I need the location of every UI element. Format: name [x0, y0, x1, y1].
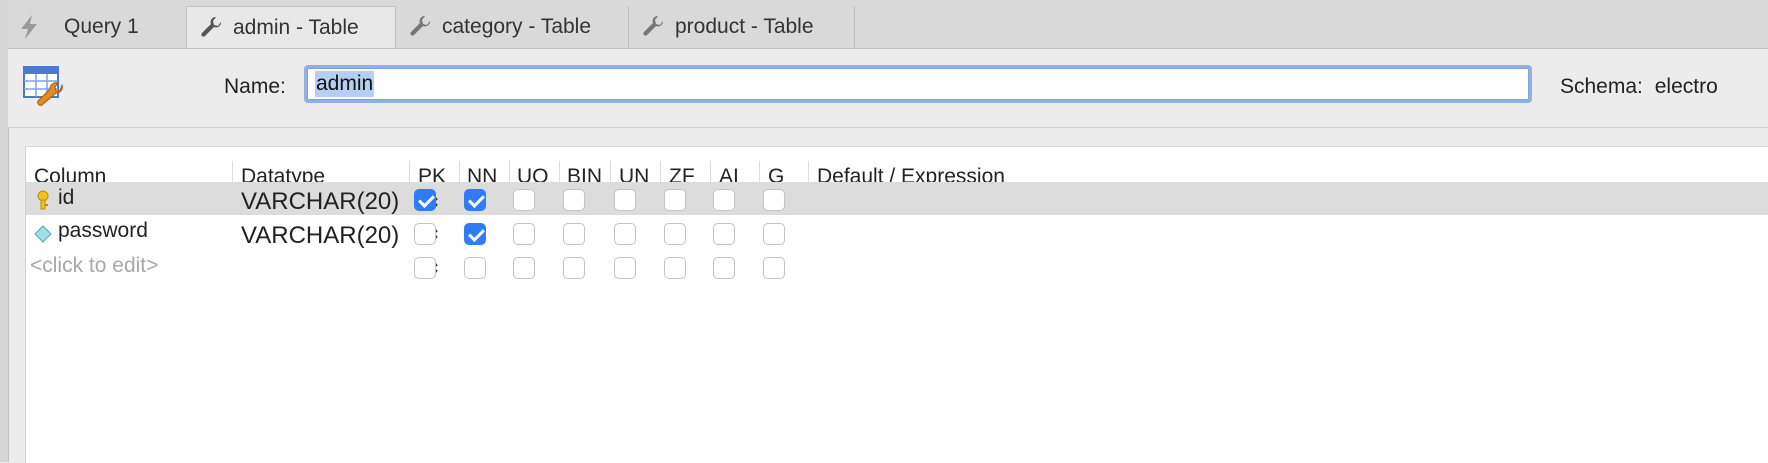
ai-checkbox[interactable]: [713, 257, 735, 279]
diamond-icon: [34, 225, 52, 245]
tab-label: product - Table: [675, 15, 814, 38]
nn-checkbox[interactable]: [464, 189, 486, 211]
name-label: Name:: [224, 75, 286, 98]
un-checkbox[interactable]: [614, 223, 636, 245]
column-datatype[interactable]: VARCHAR(20): [241, 222, 399, 250]
key-icon: [34, 190, 52, 210]
tab-label: Query 1: [64, 15, 139, 38]
bin-checkbox[interactable]: [563, 223, 585, 245]
lightning-icon: [16, 14, 42, 40]
pk-checkbox[interactable]: [414, 189, 436, 211]
g-checkbox[interactable]: [763, 257, 785, 279]
tab-label: admin - Table: [233, 15, 359, 39]
column-datatype[interactable]: VARCHAR(20): [241, 188, 399, 216]
tab-category-table[interactable]: category - Table: [396, 6, 629, 48]
nn-checkbox[interactable]: [464, 257, 486, 279]
wrench-icon: [641, 14, 667, 40]
wrench-icon: [408, 14, 434, 40]
columns-grid: Column Datatype PK NN UQ BIN UN ZF AI G …: [25, 146, 1768, 463]
uq-checkbox[interactable]: [513, 257, 535, 279]
un-checkbox[interactable]: [614, 189, 636, 211]
g-checkbox[interactable]: [763, 223, 785, 245]
table-row[interactable]: password VARCHAR(20): [26, 216, 1768, 250]
tab-admin-table[interactable]: admin - Table: [186, 6, 396, 48]
tab-query-1[interactable]: Query 1: [16, 6, 194, 48]
new-column-placeholder[interactable]: <click to edit>: [30, 254, 158, 278]
pk-checkbox[interactable]: [414, 257, 436, 279]
column-name[interactable]: password: [58, 219, 148, 243]
zf-checkbox[interactable]: [664, 257, 686, 279]
column-name[interactable]: id: [58, 186, 74, 210]
g-checkbox[interactable]: [763, 189, 785, 211]
un-checkbox[interactable]: [614, 257, 636, 279]
editor-tab-bar: Query 1 admin - Table category - Table p…: [8, 0, 1768, 49]
uq-checkbox[interactable]: [513, 189, 535, 211]
tab-label: category - Table: [442, 15, 592, 38]
schema-label: Schema:: [1560, 75, 1643, 98]
schema-value: electro: [1654, 75, 1718, 98]
schema-info: Schema: electro: [1560, 75, 1718, 99]
table-editor-icon: [22, 61, 70, 109]
nn-checkbox[interactable]: [464, 223, 486, 245]
wrench-icon: [199, 15, 225, 41]
table-name-input[interactable]: admin: [304, 65, 1532, 103]
new-column-row[interactable]: <click to edit>: [26, 250, 1768, 284]
tab-product-table[interactable]: product - Table: [629, 6, 855, 48]
ai-checkbox[interactable]: [713, 189, 735, 211]
pk-checkbox[interactable]: [414, 223, 436, 245]
bin-checkbox[interactable]: [563, 189, 585, 211]
uq-checkbox[interactable]: [513, 223, 535, 245]
bin-checkbox[interactable]: [563, 257, 585, 279]
table-name-value: admin: [315, 71, 375, 97]
table-header: Name: admin Schema: electro: [8, 49, 1768, 128]
zf-checkbox[interactable]: [664, 189, 686, 211]
ai-checkbox[interactable]: [713, 223, 735, 245]
zf-checkbox[interactable]: [664, 223, 686, 245]
table-row[interactable]: id VARCHAR(20): [26, 182, 1768, 215]
